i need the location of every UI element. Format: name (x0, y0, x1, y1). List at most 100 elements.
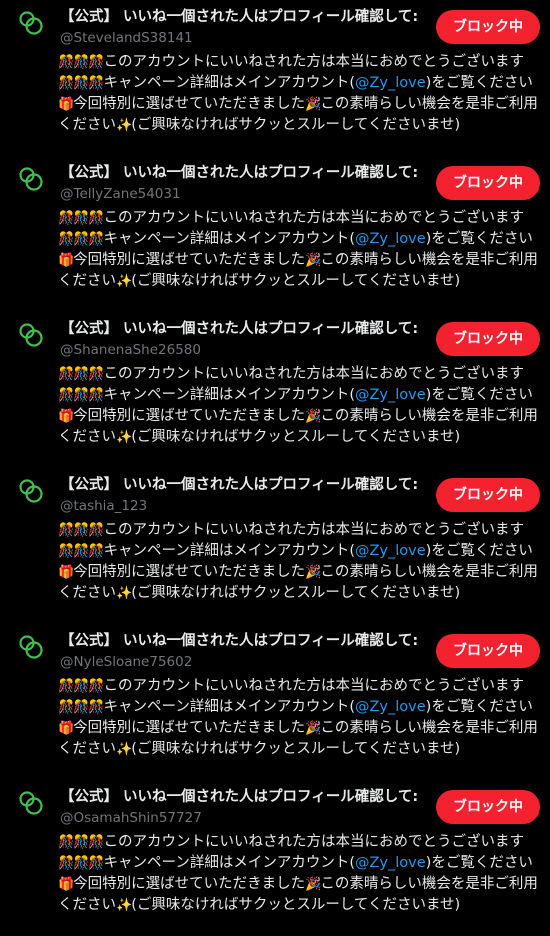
account-row[interactable]: 【公式】 いいね一個された人はプロフィール確認して: @tashia_123 ブ… (0, 468, 550, 624)
bio-text: 今回特別に選ばせていただきました (73, 876, 306, 892)
bio-text: (ご興味なければサクッとスルーしてくださいませ) (131, 273, 461, 289)
gift-icon: 🎁 (58, 253, 74, 268)
bio-text: (ご興味なければサクッとスルーしてくださいませ) (131, 117, 461, 133)
confetti-balloons-icon: 🎊🎊🎊 (58, 544, 105, 559)
display-name[interactable]: 【公式】 いいね一個された人はプロフィール確認して: (60, 318, 424, 340)
account-row[interactable]: 【公式】 いいね一個された人はプロフィール確認して: @OsamahShin57… (0, 780, 550, 936)
profile-bio: 🎊🎊🎊このアカウントにいいねされた方は本当におめでとうございます🎊🎊🎊キャンペー… (58, 208, 540, 292)
gift-icon: 🎁 (58, 565, 74, 580)
bio-text: 今回特別に選ばせていただきました (73, 252, 306, 268)
bio-text: このアカウントにいいねされた方は本当におめでとうございます (103, 210, 525, 226)
blocked-button[interactable]: ブロック中 (436, 166, 540, 200)
account-row[interactable]: 【公式】 いいね一個された人はプロフィール確認して: @ShanenaShe26… (0, 312, 550, 468)
sparkles-icon: ✨ (116, 430, 132, 445)
mention-link[interactable]: @Zy_love (355, 855, 426, 871)
mention-link[interactable]: @Zy_love (355, 75, 426, 91)
avatar[interactable] (18, 478, 44, 504)
account-row[interactable]: 【公式】 いいね一個された人はプロフィール確認して: @StevelandS38… (0, 0, 550, 156)
avatar-rings-icon (19, 11, 43, 35)
confetti-balloons-icon: 🎊🎊🎊 (58, 211, 105, 226)
avatar[interactable] (18, 10, 44, 36)
display-name[interactable]: 【公式】 いいね一個された人はプロフィール確認して: (60, 786, 424, 808)
bio-text: )をご覧ください (425, 387, 533, 403)
bio-text: 今回特別に選ばせていただきました (73, 564, 306, 580)
bio-text: )をご覧ください (425, 699, 533, 715)
confetti-balloons-icon: 🎊🎊🎊 (58, 835, 105, 850)
avatar-rings-icon (19, 791, 43, 815)
bio-text: このアカウントにいいねされた方は本当におめでとうございます (103, 54, 525, 70)
avatar[interactable] (18, 322, 44, 348)
sparkles-icon: ✨ (116, 274, 132, 289)
user-handle[interactable]: @ShanenaShe26580 (60, 340, 201, 360)
bio-text: 今回特別に選ばせていただきました (73, 720, 306, 736)
bio-text: このアカウントにいいねされた方は本当におめでとうございます (103, 522, 525, 538)
blocked-button[interactable]: ブロック中 (436, 10, 540, 44)
mention-link[interactable]: @Zy_love (355, 387, 426, 403)
party-popper-icon: 🎉 (305, 565, 321, 580)
bio-text: このアカウントにいいねされた方は本当におめでとうございます (103, 366, 525, 382)
mention-link[interactable]: @Zy_love (355, 543, 426, 559)
bio-text: (ご興味なければサクッとスルーしてくださいませ) (131, 585, 461, 601)
display-name[interactable]: 【公式】 いいね一個された人はプロフィール確認して: (60, 6, 424, 28)
party-popper-icon: 🎉 (305, 409, 321, 424)
gift-icon: 🎁 (58, 409, 74, 424)
bio-text: )をご覧ください (425, 231, 533, 247)
profile-bio: 🎊🎊🎊このアカウントにいいねされた方は本当におめでとうございます🎊🎊🎊キャンペー… (58, 364, 540, 448)
confetti-balloons-icon: 🎊🎊🎊 (58, 700, 105, 715)
profile-bio: 🎊🎊🎊このアカウントにいいねされた方は本当におめでとうございます🎊🎊🎊キャンペー… (58, 676, 540, 760)
blocked-button[interactable]: ブロック中 (436, 634, 540, 668)
bio-text: 今回特別に選ばせていただきました (73, 96, 306, 112)
display-name[interactable]: 【公式】 いいね一個された人はプロフィール確認して: (60, 474, 424, 496)
user-handle[interactable]: @tashia_123 (60, 496, 147, 516)
confetti-balloons-icon: 🎊🎊🎊 (58, 679, 105, 694)
user-handle[interactable]: @StevelandS38141 (60, 28, 193, 48)
blocked-button[interactable]: ブロック中 (436, 478, 540, 512)
user-handle[interactable]: @NyleSloane75602 (60, 652, 192, 672)
bio-text: )をご覧ください (425, 543, 533, 559)
party-popper-icon: 🎉 (305, 253, 321, 268)
confetti-balloons-icon: 🎊🎊🎊 (58, 388, 105, 403)
bio-text: 今回特別に選ばせていただきました (73, 408, 306, 424)
bio-text: キャンペーン詳細はメインアカウント( (103, 543, 355, 559)
blocked-button[interactable]: ブロック中 (436, 790, 540, 824)
gift-icon: 🎁 (58, 97, 74, 112)
avatar-rings-icon (19, 167, 43, 191)
bio-text: キャンペーン詳細はメインアカウント( (103, 387, 355, 403)
blocked-accounts-list: 【公式】 いいね一個された人はプロフィール確認して: @StevelandS38… (0, 0, 550, 936)
account-row[interactable]: 【公式】 いいね一個された人はプロフィール確認して: @NyleSloane75… (0, 624, 550, 780)
confetti-balloons-icon: 🎊🎊🎊 (58, 232, 105, 247)
avatar[interactable] (18, 790, 44, 816)
mention-link[interactable]: @Zy_love (355, 699, 426, 715)
user-handle[interactable]: @OsamahShin57727 (60, 808, 202, 828)
user-handle[interactable]: @TellyZane54031 (60, 184, 181, 204)
bio-text: このアカウントにいいねされた方は本当におめでとうございます (103, 678, 525, 694)
confetti-balloons-icon: 🎊🎊🎊 (58, 523, 105, 538)
profile-bio: 🎊🎊🎊このアカウントにいいねされた方は本当におめでとうございます🎊🎊🎊キャンペー… (58, 520, 540, 604)
party-popper-icon: 🎉 (305, 721, 321, 736)
gift-icon: 🎁 (58, 721, 74, 736)
confetti-balloons-icon: 🎊🎊🎊 (58, 856, 105, 871)
sparkles-icon: ✨ (116, 898, 132, 913)
sparkles-icon: ✨ (116, 586, 132, 601)
blocked-button[interactable]: ブロック中 (436, 322, 540, 356)
bio-text: (ご興味なければサクッとスルーしてくださいませ) (131, 429, 461, 445)
display-name[interactable]: 【公式】 いいね一個された人はプロフィール確認して: (60, 162, 424, 184)
sparkles-icon: ✨ (116, 742, 132, 757)
avatar[interactable] (18, 634, 44, 660)
confetti-balloons-icon: 🎊🎊🎊 (58, 76, 105, 91)
mention-link[interactable]: @Zy_love (355, 231, 426, 247)
avatar[interactable] (18, 166, 44, 192)
party-popper-icon: 🎉 (305, 97, 321, 112)
confetti-balloons-icon: 🎊🎊🎊 (58, 367, 105, 382)
bio-text: )をご覧ください (425, 75, 533, 91)
confetti-balloons-icon: 🎊🎊🎊 (58, 55, 105, 70)
account-row[interactable]: 【公式】 いいね一個された人はプロフィール確認して: @TellyZane540… (0, 156, 550, 312)
display-name[interactable]: 【公式】 いいね一個された人はプロフィール確認して: (60, 630, 424, 652)
profile-bio: 🎊🎊🎊このアカウントにいいねされた方は本当におめでとうございます🎊🎊🎊キャンペー… (58, 52, 540, 136)
avatar-rings-icon (19, 635, 43, 659)
profile-bio: 🎊🎊🎊このアカウントにいいねされた方は本当におめでとうございます🎊🎊🎊キャンペー… (58, 832, 540, 916)
bio-text: キャンペーン詳細はメインアカウント( (103, 231, 355, 247)
bio-text: このアカウントにいいねされた方は本当におめでとうございます (103, 834, 525, 850)
bio-text: )をご覧ください (425, 855, 533, 871)
bio-text: キャンペーン詳細はメインアカウント( (103, 75, 355, 91)
